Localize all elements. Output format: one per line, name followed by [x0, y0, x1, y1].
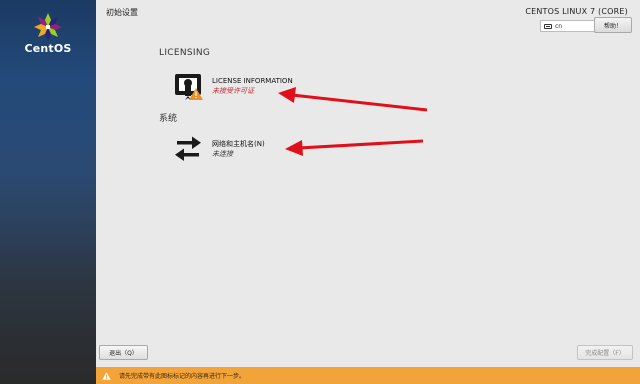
spoke-label: LICENSE INFORMATION — [212, 77, 293, 85]
network-arrows-icon — [175, 136, 201, 161]
product-title: CENTOS LINUX 7 (CORE) — [525, 7, 628, 16]
quit-button[interactable]: 退出（Q） — [99, 345, 148, 360]
warning-triangle-icon — [102, 371, 111, 380]
keyboard-layout-label: cn — [555, 22, 563, 30]
license-warning-icon — [175, 74, 203, 100]
category-title-licensing: LICENSING — [159, 48, 211, 58]
sidebar: CentOS — [0, 0, 96, 384]
warning-text: 请先完成带有此图标标记的内容再进行下一步。 — [119, 373, 246, 380]
category-title-system: 系统 — [159, 114, 178, 124]
finish-configuration-button[interactable]: 完成配置（F） — [577, 345, 633, 360]
centos-logo-icon — [34, 13, 62, 41]
spoke-status: 未连接 — [212, 150, 233, 158]
page-title: 初始设置 — [106, 8, 138, 17]
spoke-label: 网络和主机名(N) — [212, 140, 265, 148]
warning-bar: 请先完成带有此图标标记的内容再进行下一步。 — [96, 367, 640, 384]
spoke-status: 未接受许可证 — [212, 87, 254, 95]
spoke-license-information[interactable]: LICENSE INFORMATION 未接受许可证 — [172, 71, 342, 101]
keyboard-layout-indicator[interactable]: cn — [540, 20, 596, 32]
annotation-overlay — [278, 87, 428, 156]
keyboard-icon — [544, 23, 552, 29]
logo-text: CentOS — [24, 42, 72, 55]
spoke-network-hostname[interactable]: 网络和主机名(N) 未连接 — [172, 134, 342, 164]
help-button[interactable]: 帮助！ — [594, 17, 632, 33]
